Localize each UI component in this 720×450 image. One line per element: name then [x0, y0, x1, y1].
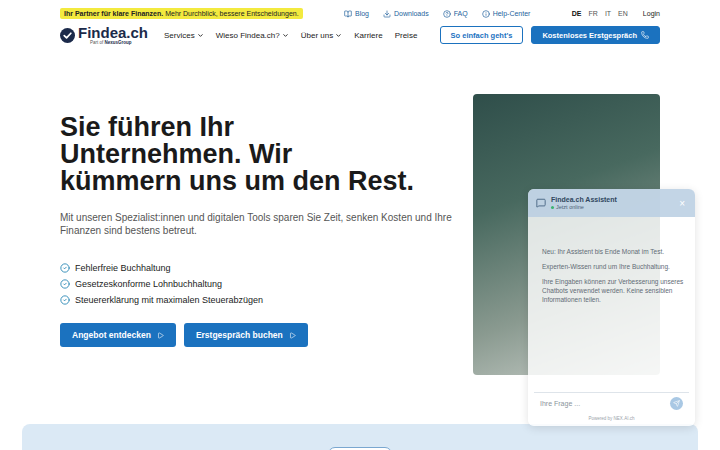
chat-messages: Neu: Ihr Assistent bis Ende Monat im Tes…	[528, 217, 695, 392]
chevron-down-icon	[335, 32, 342, 39]
book-icon	[344, 10, 352, 18]
site-header: Ihr Partner für klare Finanzen. Mehr Dur…	[0, 0, 720, 46]
top-link[interactable]: Downloads	[383, 10, 429, 18]
chat-title: Findea.ch Assistent	[551, 196, 672, 204]
top-link[interactable]: Blog	[344, 10, 369, 18]
chat-message: Neu: Ihr Assistent bis Ende Monat im Tes…	[542, 247, 687, 256]
hero-heading: Sie führen IhrUnternehmen. Wirkümmern un…	[60, 114, 455, 195]
language-switcher: DE FR IT EN Login	[572, 10, 660, 17]
checklist-item: Fehlerfreie Buchhaltung	[60, 263, 455, 273]
chat-message: Experten-Wissen rund um Ihre Buchhaltung…	[542, 262, 687, 271]
top-link[interactable]: Help-Center	[482, 10, 531, 18]
check-circle-icon	[60, 295, 70, 305]
send-icon	[673, 400, 680, 407]
language-option[interactable]: EN	[618, 10, 628, 17]
online-dot	[551, 206, 554, 209]
hero-button[interactable]: Angebot entdecken	[60, 323, 176, 347]
phone-icon	[641, 31, 649, 39]
download-icon	[383, 10, 391, 18]
chat-input-placeholder: Ihre Frage ...	[540, 400, 580, 407]
nav-items: Services Wieso Findea.ch? Über uns Karriere…	[164, 31, 417, 40]
send-button[interactable]	[670, 397, 683, 410]
chat-status: Jetzt online	[551, 204, 672, 211]
hero-image-wrap: Findea.ch AssistentJetzt online×Neu: Ihr…	[473, 94, 660, 375]
page: Ihr Partner für klare Finanzen. Mehr Dur…	[0, 0, 720, 450]
next-section	[22, 424, 698, 450]
play-icon	[289, 332, 296, 339]
chat-header: Findea.ch AssistentJetzt online ×	[528, 189, 695, 217]
nav-item[interactable]: Preise	[395, 31, 418, 40]
checklist-item: Steuererklärung mit maximalen Steuerabzü…	[60, 295, 455, 305]
language-option[interactable]: DE	[572, 10, 582, 17]
chat-footer: Powered by NEX.AI.ch	[528, 414, 695, 426]
hero-text: Sie führen IhrUnternehmen. Wirkümmern un…	[60, 94, 455, 347]
nav-item[interactable]: Über uns	[301, 31, 342, 40]
info-icon	[482, 10, 490, 18]
logo-name: Findea.ch	[78, 25, 148, 40]
language-option[interactable]: IT	[605, 10, 611, 17]
hero-buttons: Angebot entdecken Erstgespräch buchen	[60, 323, 455, 347]
nav-item[interactable]: Wieso Findea.ch?	[216, 31, 289, 40]
check-circle-icon	[60, 279, 70, 289]
logo[interactable]: Findea.chPart of NexusGroup	[60, 25, 148, 46]
logo-text: Findea.chPart of NexusGroup	[78, 25, 148, 46]
logo-subtitle: Part of NexusGroup	[78, 41, 148, 46]
logo-check-icon	[60, 28, 75, 43]
chat-message: Ihre Eingaben können zur Verbesserung un…	[542, 277, 687, 304]
chat-title-box: Findea.ch AssistentJetzt online	[551, 196, 672, 211]
chat-input[interactable]: Ihre Frage ...	[534, 392, 689, 414]
login-link[interactable]: Login	[643, 10, 660, 17]
checklist: Fehlerfreie Buchhaltung Gesetzeskonforme …	[60, 263, 455, 305]
hero-subtitle: Mit unseren Spezialist:innen und digital…	[60, 211, 455, 237]
chat-close-button[interactable]: ×	[677, 198, 687, 209]
hero: Sie führen IhrUnternehmen. Wirkümmern un…	[0, 46, 720, 375]
nav-buttons: So einfach geht's Kostenloses Erstgespräc…	[440, 26, 660, 44]
chat-widget: Findea.ch AssistentJetzt online × Neu: Ihr…	[528, 189, 695, 426]
help-circle-icon	[443, 10, 451, 18]
language-option[interactable]: FR	[589, 10, 598, 17]
chevron-down-icon	[197, 32, 204, 39]
play-icon	[157, 332, 164, 339]
check-circle-icon	[60, 263, 70, 273]
tagline-badge: Ihr Partner für klare Finanzen. Mehr Dur…	[60, 8, 303, 19]
nav-item[interactable]: Services	[164, 31, 204, 40]
nav-button[interactable]: So einfach geht's	[440, 26, 524, 44]
hero-button[interactable]: Erstgespräch buchen	[184, 323, 308, 347]
top-bar: Ihr Partner für klare Finanzen. Mehr Dur…	[60, 6, 660, 21]
main-nav: Findea.chPart of NexusGroup Services Wieso…	[60, 24, 660, 46]
nav-item[interactable]: Karriere	[354, 31, 382, 40]
chevron-down-icon	[282, 32, 289, 39]
checklist-item: Gesetzeskonforme Lohnbuchhaltung	[60, 279, 455, 289]
top-link[interactable]: FAQ	[443, 10, 468, 18]
nav-button[interactable]: Kostenloses Erstgespräch	[531, 26, 660, 44]
top-links: Blog Downloads FAQ Help-Center	[344, 10, 530, 18]
section-pill	[328, 447, 392, 450]
chat-bubble-icon	[536, 198, 546, 208]
